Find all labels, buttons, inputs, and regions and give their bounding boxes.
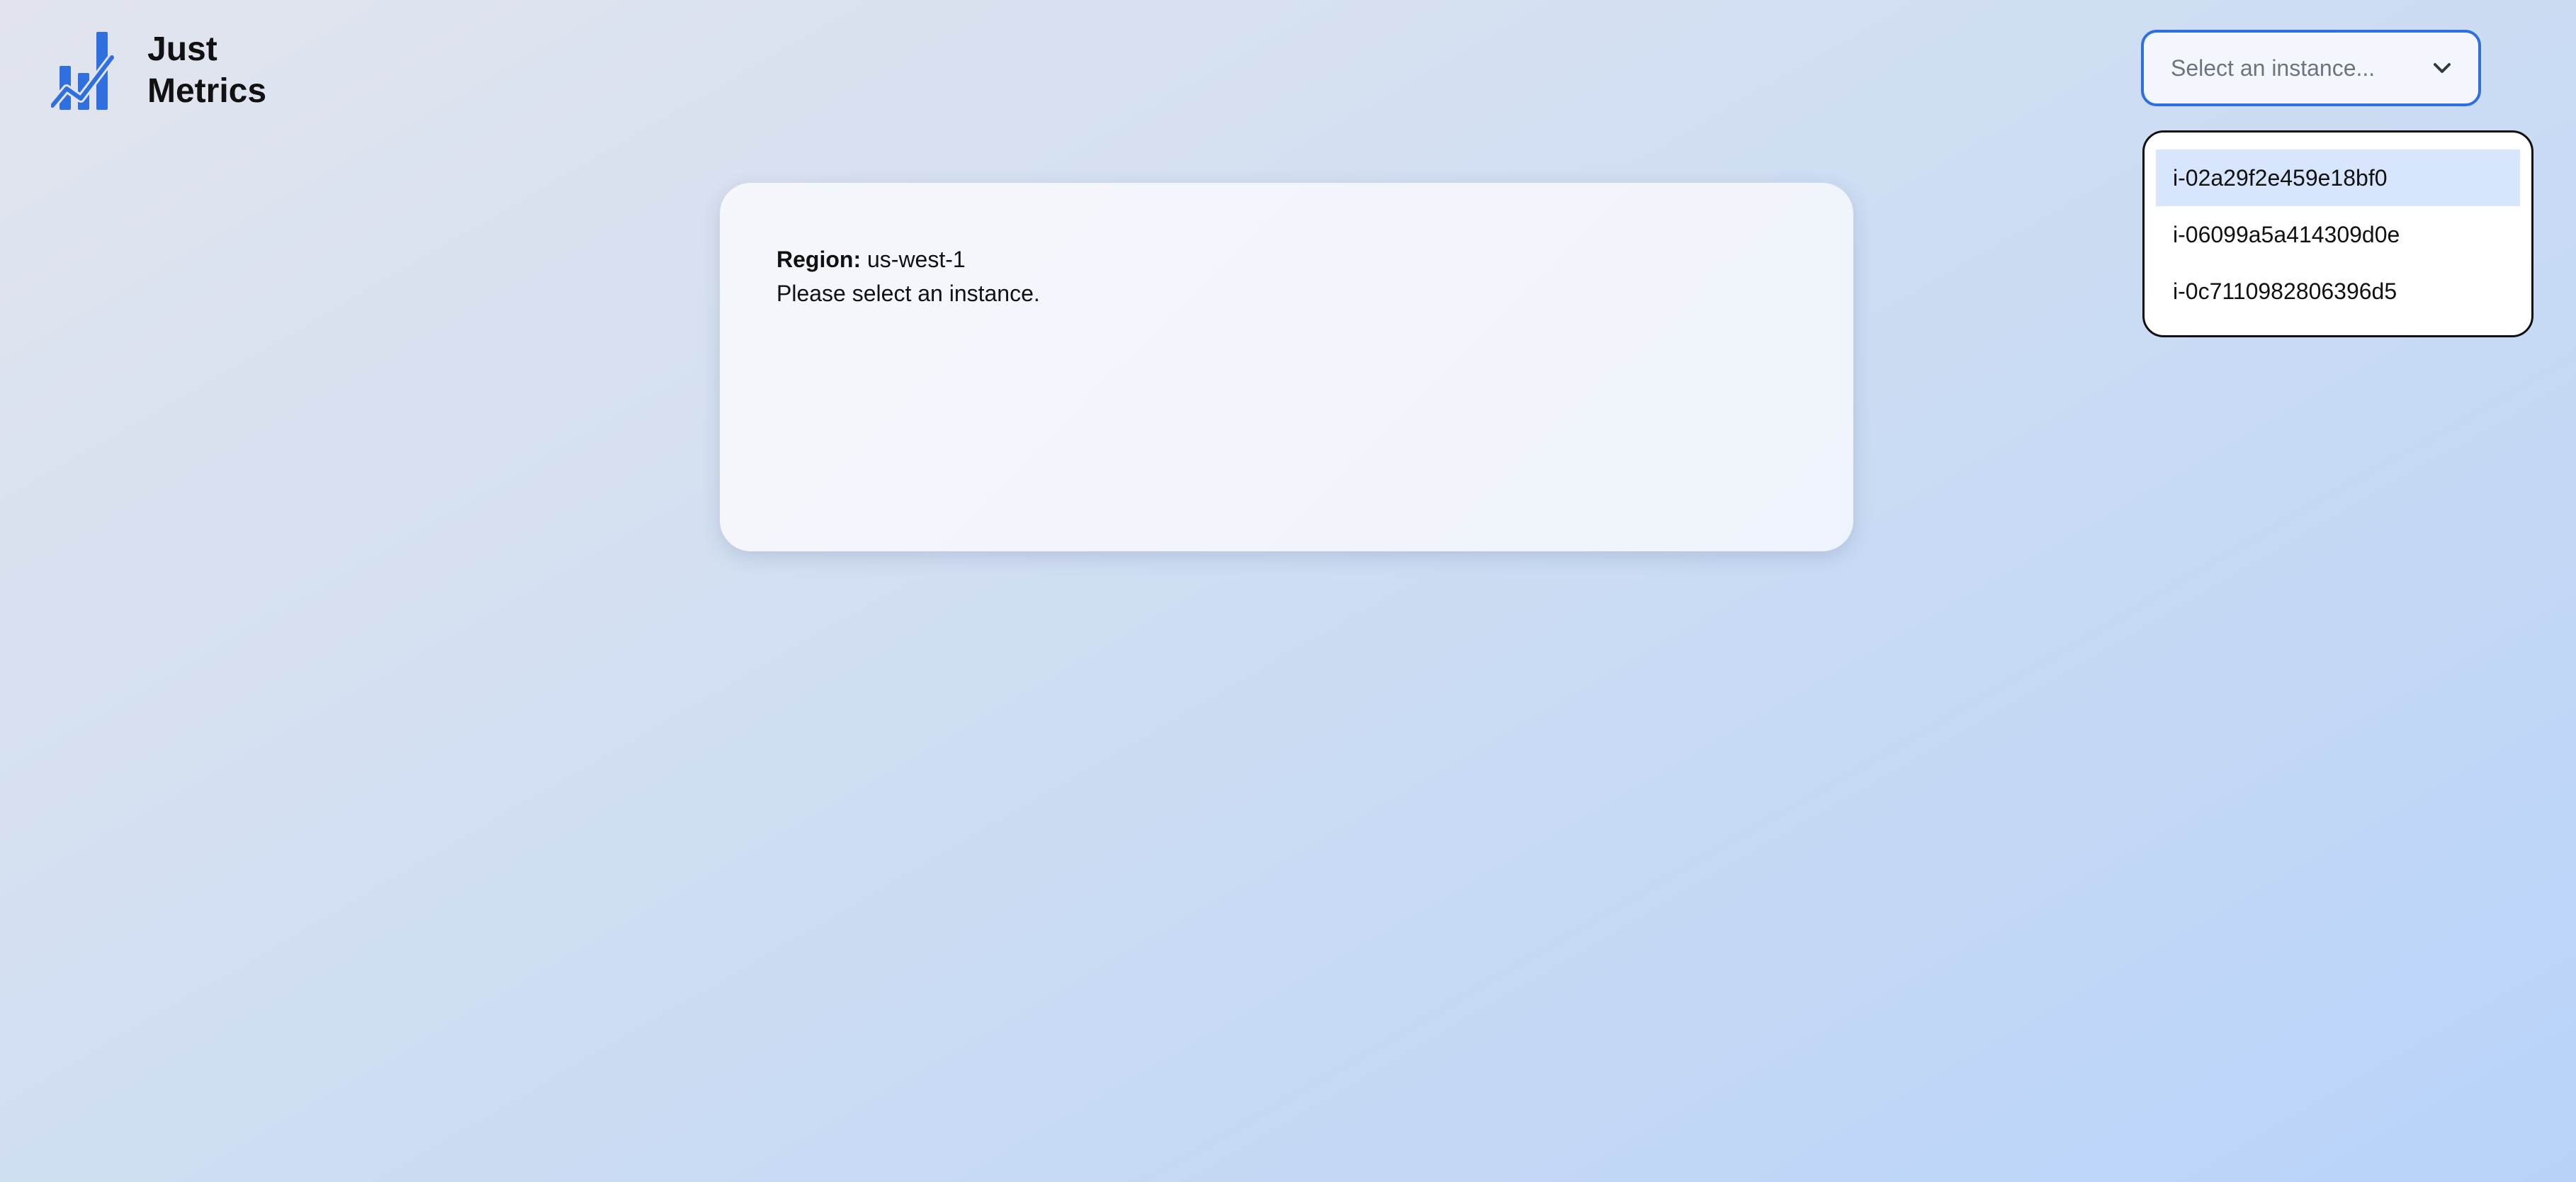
instance-select-placeholder: Select an instance... [2171,55,2376,81]
instance-info-card: Region: us-west-1 Please select an insta… [720,183,1853,551]
bar-chart-trend-icon [51,32,116,110]
region-value: us-west-1 [866,247,966,272]
chevron-down-icon[interactable] [2431,61,2453,75]
select-instance-message: Please select an instance. [776,281,1040,306]
instance-option[interactable]: i-0c7110982806396d5 [2156,263,2520,320]
logo: Just Metrics [51,28,266,112]
instance-option[interactable]: i-06099a5a414309d0e [2156,206,2520,263]
brand-name-line-1: Just [147,30,218,68]
brand-name-line-2: Metrics [147,72,267,110]
instance-option[interactable]: i-02a29f2e459e18bf0 [2156,150,2520,206]
instance-dropdown-list: i-02a29f2e459e18bf0 i-06099a5a414309d0e … [2142,130,2533,337]
brand-name: Just Metrics [147,28,266,112]
region-row: Region: us-west-1 [776,242,1797,276]
region-label: Region: [776,247,862,272]
instance-select[interactable]: Select an instance... [2141,30,2481,106]
